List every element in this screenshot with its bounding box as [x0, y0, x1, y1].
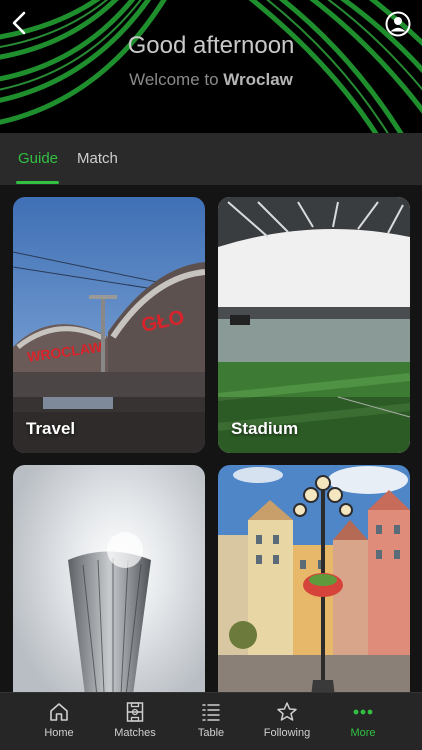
more-dots-icon: [353, 709, 373, 715]
trophy-image: [13, 465, 205, 692]
bottom-nav: Home Matches Table Following More: [0, 692, 422, 750]
tab-bar: Guide Match: [0, 133, 422, 185]
nav-table-label: Table: [197, 727, 225, 739]
list-icon: [202, 704, 220, 721]
welcome-prefix: Welcome to: [129, 70, 219, 89]
active-tab-indicator: [16, 181, 59, 184]
travel-card[interactable]: WROCLAW GŁO Travel: [13, 197, 205, 453]
nav-following-label: Following: [263, 727, 311, 739]
travel-station-image: WROCLAW GŁO: [13, 197, 205, 453]
greeting-title: Good afternoon: [127, 32, 295, 59]
stadium-card-label: Stadium: [231, 419, 299, 438]
header: Good afternoon Welcome to Wroclaw: [0, 0, 422, 133]
star-icon: [277, 702, 297, 721]
nav-matches[interactable]: Matches: [93, 693, 177, 750]
nav-matches-label: Matches: [114, 727, 156, 739]
nav-more[interactable]: More: [321, 693, 405, 750]
old-town-image: [218, 465, 410, 692]
header-swirl-graphic: [0, 0, 422, 133]
tab-guide[interactable]: Guide: [18, 150, 58, 167]
home-icon: [50, 703, 68, 721]
stadium-card[interactable]: Stadium: [218, 197, 410, 453]
nav-following[interactable]: Following: [245, 693, 329, 750]
nav-home-label: Home: [44, 727, 74, 739]
guide-card-grid: WROCLAW GŁO Travel Stadium: [0, 185, 422, 692]
nav-table[interactable]: Table: [169, 693, 253, 750]
city-name: Wroclaw: [223, 70, 293, 89]
tab-match[interactable]: Match: [77, 150, 118, 167]
nav-home[interactable]: Home: [17, 693, 101, 750]
old-town-card[interactable]: [218, 465, 410, 692]
pitch-icon: [126, 702, 144, 722]
nav-more-label: More: [350, 727, 376, 739]
stadium-image: [218, 197, 410, 453]
welcome-subtitle: Welcome to Wroclaw: [0, 70, 422, 90]
trophy-card[interactable]: [13, 465, 205, 692]
travel-card-label: Travel: [26, 419, 76, 438]
